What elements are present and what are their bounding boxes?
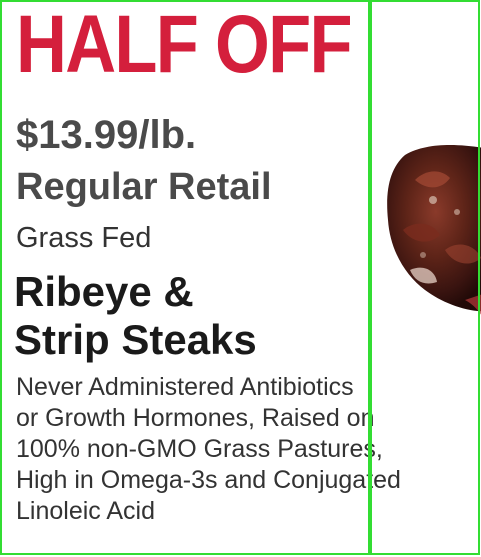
product-name-line: Strip Steaks xyxy=(14,316,257,363)
product-description: Never Administered Antibiotics or Growth… xyxy=(16,372,456,527)
headline: HALF OFF xyxy=(16,0,353,90)
description-line: Linoleic Acid xyxy=(16,497,155,525)
promo-ad: HALF OFF $13.99/lb. Regular Retail Grass… xyxy=(0,0,481,557)
sale-price: $13.99/lb. xyxy=(16,113,197,157)
description-line: 100% non-GMO Grass Pastures, xyxy=(16,435,383,463)
steak-image xyxy=(387,145,481,315)
description-line: or Growth Hormones, Raised on xyxy=(16,404,375,432)
product-qualifier: Grass Fed xyxy=(16,222,152,254)
description-line: Never Administered Antibiotics xyxy=(16,373,354,401)
product-name: Ribeye & Strip Steaks xyxy=(14,268,257,364)
product-name-line: Ribeye & xyxy=(14,268,194,315)
description-line: High in Omega-3s and Conjugated xyxy=(16,466,401,494)
price-note: Regular Retail xyxy=(16,166,272,208)
